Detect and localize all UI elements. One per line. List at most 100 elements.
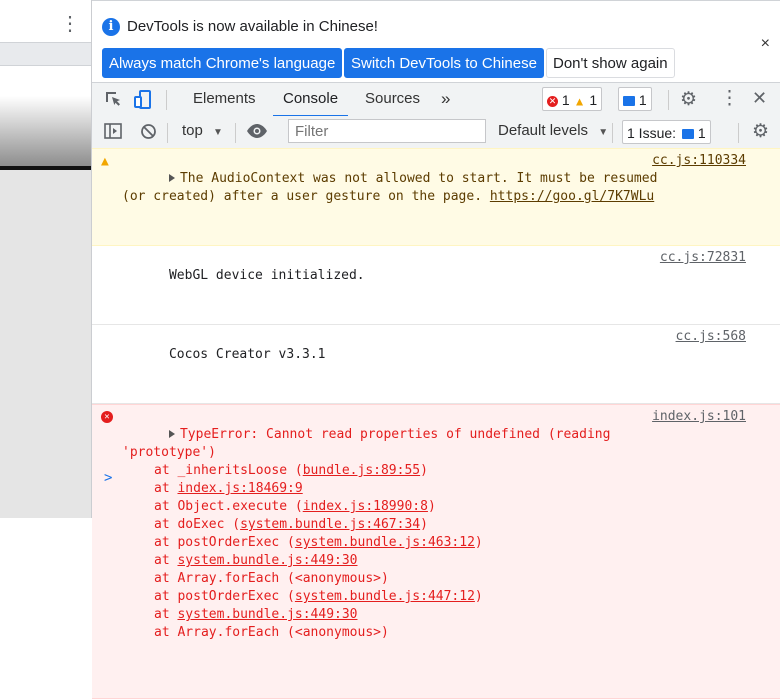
warning-text-line1: The AudioContext was not allowed to star… bbox=[179, 171, 658, 186]
close-devtools-icon[interactable]: ✕ bbox=[752, 88, 767, 109]
messages-count: 1 bbox=[638, 92, 647, 108]
live-expression-eye-icon[interactable] bbox=[246, 122, 268, 145]
stack-frame-text: at _inheritsLoose ( bbox=[154, 463, 303, 478]
info-text: Cocos Creator v3.3.1 bbox=[168, 347, 326, 362]
context-selector[interactable]: top ▼ bbox=[182, 122, 223, 139]
more-options-icon[interactable]: ⋮ bbox=[720, 87, 739, 110]
devtools-toolbar: Elements Console Sources » ✕ 1 ▲ 1 1 ⚙ ⋮… bbox=[92, 82, 780, 117]
stack-frame-text: at Array.forEach (<anonymous>) bbox=[154, 625, 389, 640]
console-message-error[interactable]: ✕ TypeError: Cannot read properties of un… bbox=[92, 404, 780, 699]
switch-to-chinese-button[interactable]: Switch DevTools to Chinese bbox=[344, 48, 544, 78]
warning-triangle-icon: ▲ bbox=[101, 154, 109, 169]
stack-frame-link[interactable]: index.js:18990:8 bbox=[303, 499, 428, 514]
expand-triangle-icon[interactable] bbox=[168, 174, 175, 182]
page-viewport: ⋮ bbox=[0, 0, 92, 518]
stack-frame-text: at Object.execute ( bbox=[154, 499, 303, 514]
stack-frame-text: at bbox=[154, 553, 178, 568]
stack-trace: at _inheritsLoose (bundle.js:89:55) at in… bbox=[122, 462, 780, 642]
toolbar-separator bbox=[235, 123, 236, 143]
stack-frame: at doExec (system.bundle.js:467:34) bbox=[122, 516, 780, 534]
settings-gear-icon[interactable]: ⚙ bbox=[680, 88, 697, 111]
error-icon: ✕ bbox=[547, 95, 558, 107]
dropdown-arrow-icon: ▼ bbox=[213, 127, 223, 138]
console-message-warning[interactable]: ▲ The AudioContext was not allowed to sta… bbox=[92, 148, 780, 246]
device-toolbar-icon[interactable] bbox=[134, 90, 154, 115]
tab-elements[interactable]: Elements bbox=[193, 83, 256, 115]
info-icon: i bbox=[102, 18, 120, 36]
stack-frame-link[interactable]: bundle.js:89:55 bbox=[303, 463, 420, 478]
context-value: top bbox=[182, 122, 203, 139]
console-log: ▲ The AudioContext was not allowed to sta… bbox=[92, 148, 780, 699]
filter-input[interactable] bbox=[288, 119, 486, 143]
info-source-link[interactable]: cc.js:568 bbox=[676, 328, 746, 346]
warning-icon: ▲ bbox=[573, 94, 586, 109]
sidebar-toggle-icon[interactable] bbox=[104, 123, 122, 144]
match-language-button[interactable]: Always match Chrome's language bbox=[102, 48, 343, 78]
warning-count: 1 bbox=[589, 92, 598, 108]
toolbar-separator bbox=[612, 123, 613, 143]
tab-console[interactable]: Console bbox=[273, 83, 349, 117]
stack-frame-link[interactable]: index.js:18469:9 bbox=[177, 481, 302, 496]
devtools-panel: i DevTools is now available in Chinese! … bbox=[92, 0, 780, 699]
more-tabs-icon[interactable]: » bbox=[441, 83, 450, 115]
console-filter-bar: top ▼ Default levels ▼ 1 Issue: 1 ⚙ bbox=[92, 116, 780, 149]
stack-frame-link[interactable]: system.bundle.js:449:30 bbox=[177, 607, 357, 622]
toolbar-separator bbox=[167, 123, 168, 143]
inspect-element-icon[interactable] bbox=[104, 90, 122, 113]
warning-source-link[interactable]: cc.js:110334 bbox=[652, 152, 746, 170]
close-icon[interactable]: × bbox=[761, 35, 770, 53]
stack-frame-text: at doExec ( bbox=[154, 517, 241, 532]
stack-frame: at Array.forEach (<anonymous>) bbox=[122, 570, 780, 588]
log-levels-dropdown[interactable]: Default levels ▼ bbox=[498, 122, 608, 139]
console-message-info[interactable]: Cocos Creator v3.3.1 cc.js:568 bbox=[92, 325, 780, 404]
stack-frame-text: ) bbox=[474, 535, 483, 550]
console-settings-gear-icon[interactable]: ⚙ bbox=[752, 120, 769, 143]
infobar-message: DevTools is now available in Chinese! bbox=[127, 18, 378, 35]
language-infobar: i DevTools is now available in Chinese! … bbox=[92, 0, 780, 83]
stack-frame-link[interactable]: system.bundle.js:447:12 bbox=[295, 589, 475, 604]
stack-frame-text: at bbox=[154, 481, 178, 496]
warning-help-link[interactable]: https://goo.gl/7K7WLu bbox=[490, 189, 654, 204]
stack-frame: at postOrderExec (system.bundle.js:447:1… bbox=[122, 588, 780, 606]
stack-frame-link[interactable]: system.bundle.js:467:34 bbox=[240, 517, 420, 532]
dropdown-arrow-icon: ▼ bbox=[598, 127, 609, 138]
issue-counts-badge[interactable]: ✕ 1 ▲ 1 bbox=[542, 87, 603, 111]
tab-sources[interactable]: Sources bbox=[365, 83, 420, 115]
messages-count-badge[interactable]: 1 bbox=[618, 87, 652, 111]
stack-frame: at system.bundle.js:449:30 bbox=[122, 606, 780, 624]
stack-frame-text: at bbox=[154, 607, 178, 622]
toolbar-separator bbox=[166, 90, 167, 110]
stack-frame-text: at postOrderExec ( bbox=[154, 535, 295, 550]
stack-frame: at system.bundle.js:449:30 bbox=[122, 552, 780, 570]
info-source-link[interactable]: cc.js:72831 bbox=[660, 249, 746, 267]
issues-message-icon bbox=[681, 129, 694, 140]
info-text: WebGL device initialized. bbox=[168, 268, 365, 283]
toolbar-separator bbox=[668, 90, 669, 110]
console-message-info[interactable]: WebGL device initialized. cc.js:72831 bbox=[92, 246, 780, 325]
log-levels-value: Default levels bbox=[498, 122, 589, 139]
error-circle-icon: ✕ bbox=[101, 411, 113, 423]
stack-frame-text: ) bbox=[420, 517, 428, 532]
warning-text-line2: (or created) after a user gesture on the… bbox=[122, 189, 490, 204]
stack-frame-text: ) bbox=[427, 499, 436, 514]
stack-frame: at postOrderExec (system.bundle.js:463:1… bbox=[122, 534, 780, 552]
stack-frame-text: ) bbox=[474, 589, 483, 604]
dont-show-again-button[interactable]: Don't show again bbox=[546, 48, 675, 78]
stack-frame-link[interactable]: system.bundle.js:449:30 bbox=[177, 553, 357, 568]
issues-button[interactable]: 1 Issue: 1 bbox=[622, 120, 711, 144]
issues-count: 1 bbox=[697, 125, 706, 141]
more-vert-icon[interactable]: ⋮ bbox=[60, 12, 80, 36]
issues-label: 1 Issue: bbox=[627, 125, 677, 141]
stack-frame-text: at Array.forEach (<anonymous>) bbox=[154, 571, 389, 586]
clear-console-icon[interactable] bbox=[140, 123, 157, 145]
stack-frame: at index.js:18469:9 bbox=[122, 480, 780, 498]
page-canvas-area bbox=[0, 170, 91, 518]
stack-frame-text: ) bbox=[420, 463, 428, 478]
message-icon bbox=[623, 96, 635, 107]
page-gradient-region bbox=[0, 96, 91, 168]
console-prompt-icon[interactable]: > bbox=[104, 470, 112, 486]
error-source-link[interactable]: index.js:101 bbox=[652, 408, 746, 426]
error-count: 1 bbox=[561, 92, 570, 108]
expand-triangle-icon[interactable] bbox=[168, 430, 175, 438]
stack-frame-link[interactable]: system.bundle.js:463:12 bbox=[295, 535, 475, 550]
